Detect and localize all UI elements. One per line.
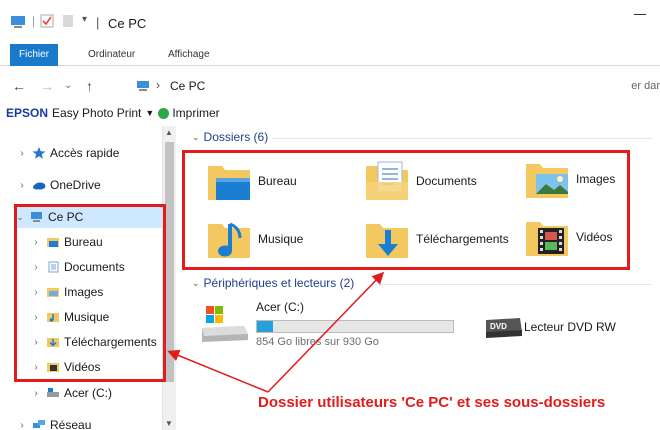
annotation-arrow-to-sidebar — [167, 349, 269, 393]
annotation-arrow-to-folders — [267, 271, 385, 393]
annotation-caption: Dossier utilisateurs 'Ce PC' et ses sous… — [258, 394, 606, 411]
annotation-arrows — [167, 271, 385, 393]
